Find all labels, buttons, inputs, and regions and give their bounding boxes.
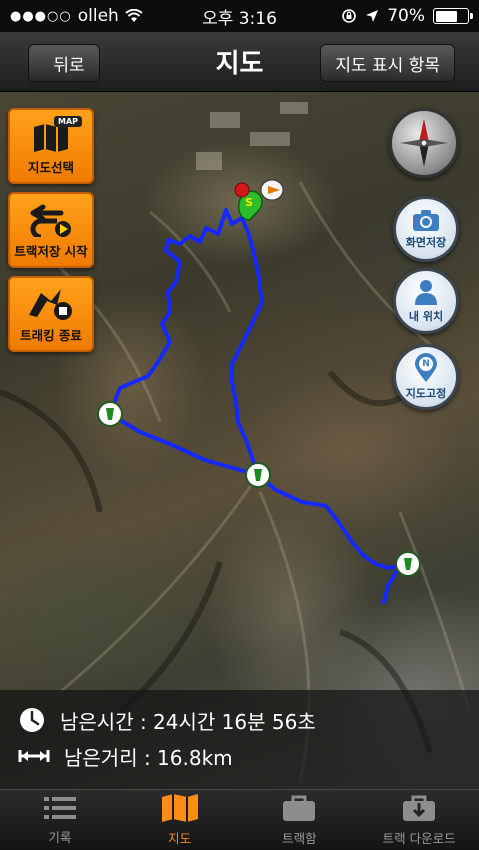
tracking-end-button[interactable]: 트래킹 종료 <box>8 276 94 352</box>
map-view[interactable]: S MAP 지도선택 트랙저장 시작 트래킹 종료 화면저장 내 위치 N 지도… <box>0 92 479 789</box>
navigation-bar: 뒤로 지도 지도 표시 항목 <box>0 32 479 92</box>
download-box-icon <box>403 795 436 821</box>
person-icon <box>415 280 437 305</box>
map-lock-button[interactable]: N 지도고정 <box>393 344 459 410</box>
map-select-button[interactable]: MAP 지도선택 <box>8 108 94 184</box>
waypoint-marker-3 <box>395 551 421 577</box>
waypoint-marker-2 <box>245 462 271 488</box>
briefcase-icon <box>283 795 316 821</box>
map-icon <box>161 794 198 822</box>
photo-marker-icon <box>260 179 284 201</box>
clock-icon <box>20 708 44 732</box>
back-button[interactable]: 뒤로 <box>28 44 100 82</box>
track-record-icon <box>30 204 71 237</box>
compass-needle-icon <box>400 119 448 167</box>
map-display-items-button[interactable]: 지도 표시 항목 <box>320 44 455 82</box>
waypoint-marker-1 <box>97 401 123 427</box>
tab-track-download[interactable]: 트랙 다운로드 <box>359 790 479 850</box>
wifi-icon <box>125 9 143 22</box>
my-location-button[interactable]: 내 위치 <box>393 268 459 334</box>
tab-bar: 기록 지도 트랙함 트랙 다운로드 <box>0 789 479 850</box>
tab-records[interactable]: 기록 <box>0 790 120 850</box>
tab-track-box[interactable]: 트랙함 <box>240 790 360 850</box>
start-badge: S <box>245 196 253 209</box>
tab-track-box-label: 트랙함 <box>282 831 317 846</box>
map-badge: MAP <box>53 116 82 127</box>
battery-level <box>435 10 458 22</box>
tab-map-label: 지도 <box>168 831 192 846</box>
signal-icon: ●●●○○ <box>10 8 72 24</box>
info-panel: 남은시간 : 24시간 16분 56초 남은거리 : 16.8km <box>0 690 479 789</box>
remaining-distance: 남은거리 : 16.8km <box>64 745 233 770</box>
distance-icon <box>18 750 50 762</box>
tracking-stop-icon <box>29 289 72 320</box>
status-bar: ●●●○○ olleh 오후 3:16 70% <box>0 0 479 32</box>
map-lock-label: 지도고정 <box>405 387 447 400</box>
carrier-name: olleh <box>77 6 119 26</box>
tab-track-download-label: 트랙 다운로드 <box>382 831 456 846</box>
battery-percent: 70% <box>387 6 425 26</box>
track-save-start-label: 트랙저장 시작 <box>14 244 88 259</box>
list-icon <box>43 797 76 819</box>
tracking-end-label: 트래킹 종료 <box>20 328 82 343</box>
end-pin-icon <box>234 182 250 198</box>
camera-icon <box>413 210 439 231</box>
north-badge: N <box>422 359 430 369</box>
compass-button[interactable] <box>389 108 459 178</box>
screen-save-label: 화면저장 <box>405 236 447 249</box>
map-book-icon <box>34 124 68 152</box>
remaining-time: 남은시간 : 24시간 16분 56초 <box>60 709 316 734</box>
screen-save-button[interactable]: 화면저장 <box>393 196 459 262</box>
tab-records-label: 기록 <box>48 830 72 845</box>
map-select-label: 지도선택 <box>27 160 74 175</box>
battery-icon <box>433 8 473 24</box>
location-arrow-icon <box>366 10 379 22</box>
page-title: 지도 <box>215 49 264 79</box>
track-save-start-button[interactable]: 트랙저장 시작 <box>8 192 94 268</box>
tab-map[interactable]: 지도 <box>120 790 240 850</box>
my-location-label: 내 위치 <box>408 310 444 323</box>
rotation-lock-icon <box>342 9 357 23</box>
